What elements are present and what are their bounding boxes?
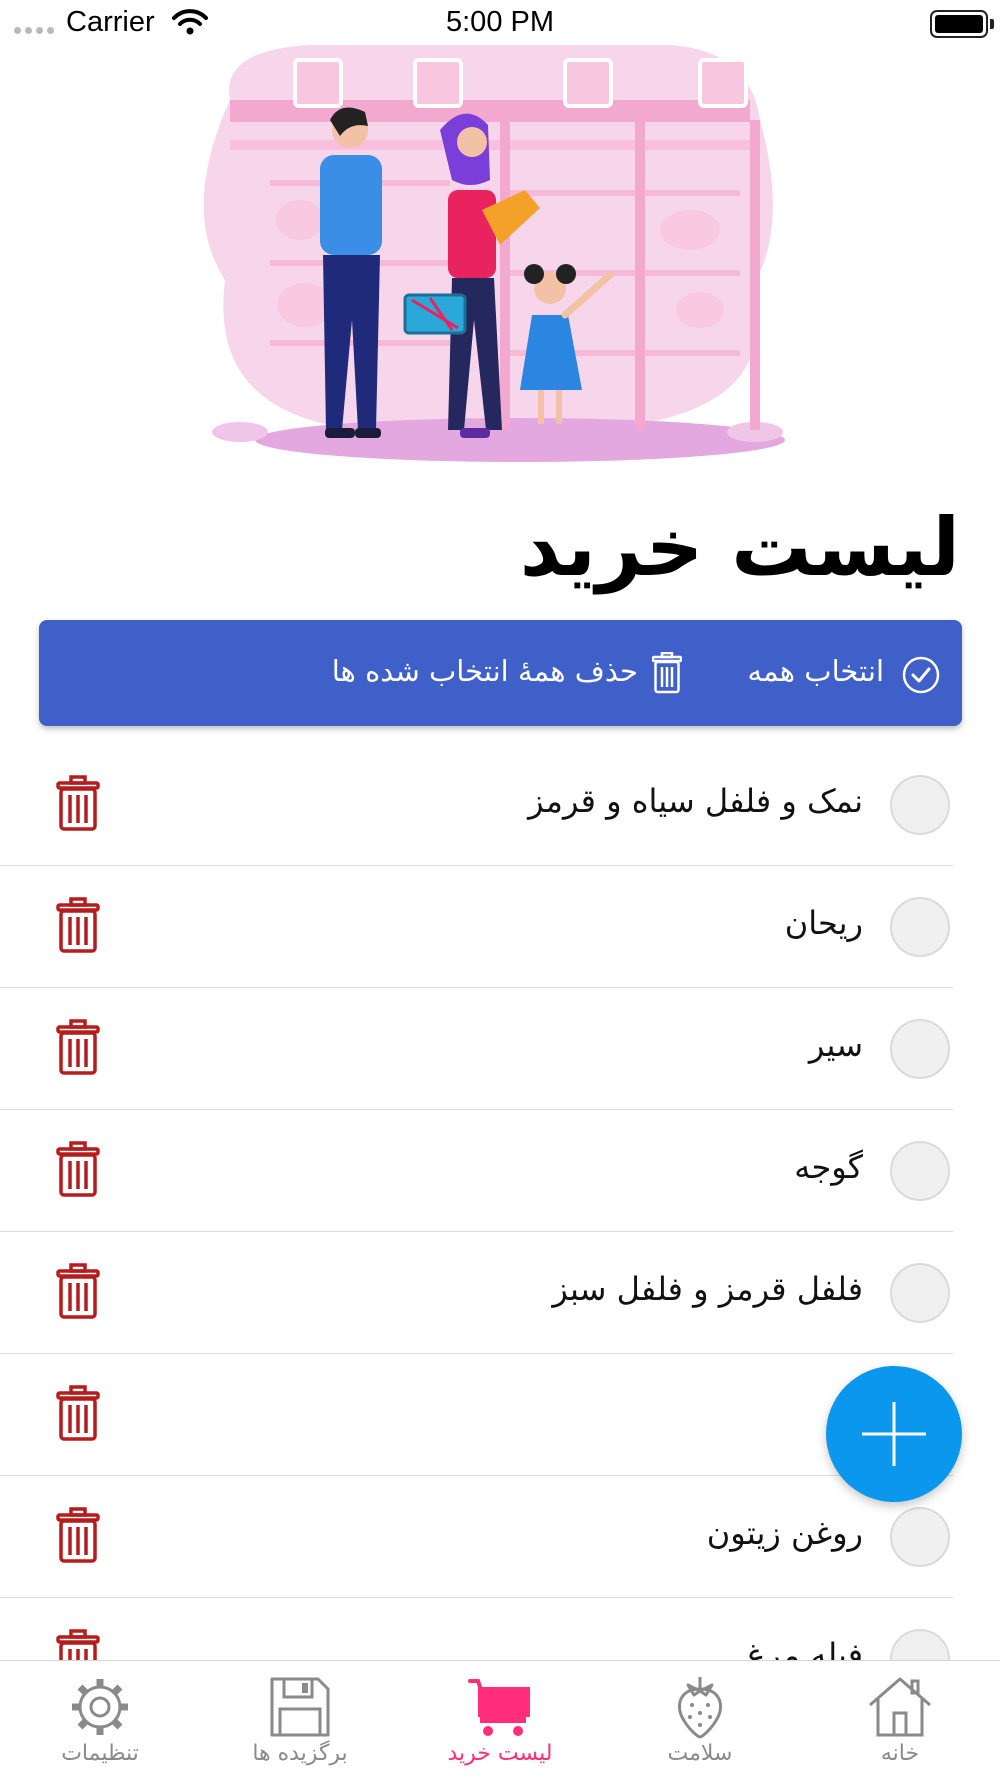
item-label: فلفل قرمز و فلفل سبز — [552, 1270, 863, 1308]
tab-shopping-list[interactable]: لیست خرید — [400, 1661, 600, 1778]
page-title: لیست خرید — [519, 501, 960, 594]
list-item[interactable]: روغن زیتون — [0, 1476, 953, 1598]
tab-label: لیست خرید — [447, 1741, 553, 1766]
delete-item-trash-icon[interactable] — [56, 1385, 100, 1441]
tab-favorites[interactable]: برگزیده ها — [200, 1661, 400, 1778]
delete-item-trash-icon[interactable] — [56, 775, 100, 831]
item-label: نمک و فلفل سیاه و قرمز — [528, 782, 863, 820]
cart-icon — [468, 1679, 530, 1736]
strawberry-icon — [677, 1677, 723, 1739]
list-item[interactable]: نمک و فلفل سیاه و قرمز — [0, 744, 953, 866]
floppy-disk-icon — [270, 1677, 330, 1737]
tab-label: تنظیمات — [61, 1741, 139, 1766]
tab-home[interactable]: خانه — [800, 1661, 1000, 1778]
delete-item-trash-icon[interactable] — [56, 1141, 100, 1197]
list-item[interactable]: فلفل قرمز و فلفل سبز — [0, 1232, 953, 1354]
item-label: گوجه — [794, 1148, 863, 1186]
select-all-button[interactable]: انتخاب همه — [747, 654, 884, 688]
delete-item-trash-icon[interactable] — [56, 1019, 100, 1075]
list-item[interactable]: ریحان — [0, 866, 953, 988]
item-checkbox[interactable] — [890, 1141, 950, 1201]
item-label: روغن زیتون — [706, 1514, 863, 1552]
item-checkbox[interactable] — [890, 775, 950, 835]
battery-tip — [990, 19, 994, 29]
tab-label: سلامت — [667, 1741, 733, 1766]
item-label: سیر — [808, 1026, 863, 1064]
delete-item-trash-icon[interactable] — [56, 1263, 100, 1319]
list-item[interactable]: و — [0, 1354, 953, 1476]
trash-icon[interactable] — [652, 652, 682, 694]
tab-label: برگزیده ها — [252, 1741, 348, 1766]
tab-settings[interactable]: تنظیمات — [0, 1661, 200, 1778]
item-checkbox[interactable] — [890, 1019, 950, 1079]
delete-item-trash-icon[interactable] — [56, 897, 100, 953]
delete-item-trash-icon[interactable] — [56, 1507, 100, 1563]
delete-selected-button[interactable]: حذف همهٔ انتخاب شده ها — [332, 654, 638, 688]
house-icon — [869, 1677, 931, 1737]
item-checkbox[interactable] — [890, 1507, 950, 1567]
battery-icon — [930, 10, 988, 38]
list-item[interactable]: گوجه — [0, 1110, 953, 1232]
list-item[interactable]: سیر — [0, 988, 953, 1110]
tab-health[interactable]: سلامت — [600, 1661, 800, 1778]
tab-bar: تنظیمات برگزیده ها لیست خرید سلامت خانه — [0, 1660, 1000, 1778]
gear-icon — [72, 1679, 128, 1735]
item-label: ریحان — [784, 904, 863, 942]
shopping-family-illustration — [203, 45, 785, 462]
screen: Carrier 5:00 PM لیست خرید انتخاب همه حذف… — [0, 0, 1000, 1778]
plus-icon — [862, 1402, 926, 1466]
add-item-button[interactable] — [826, 1366, 962, 1502]
select-all-check-icon[interactable] — [902, 656, 940, 694]
shopping-list: نمک و فلفل سیاه و قرمز ریحان سیر گوجه فل… — [0, 744, 953, 1720]
item-checkbox[interactable] — [890, 1263, 950, 1323]
tab-label: خانه — [880, 1741, 920, 1766]
item-checkbox[interactable] — [890, 897, 950, 957]
